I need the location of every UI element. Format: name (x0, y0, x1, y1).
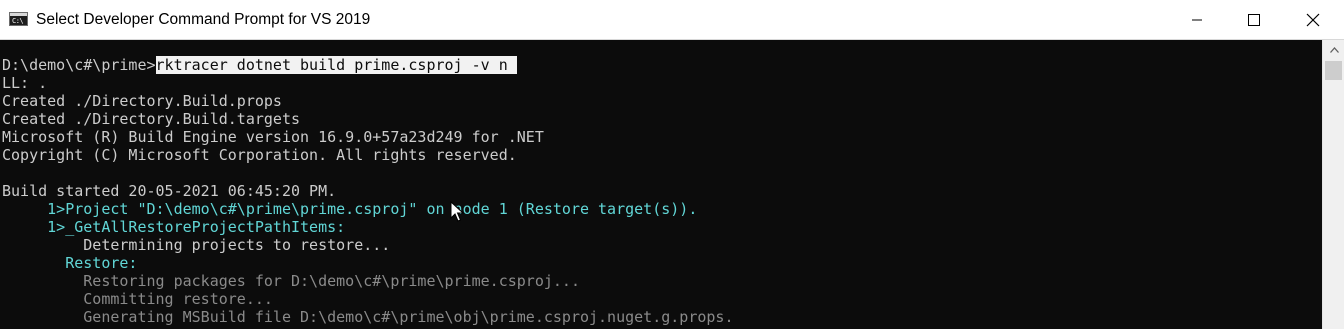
console-line: Committing restore... (2, 290, 273, 308)
title-bar[interactable]: C:\ Select Developer Command Prompt for … (0, 0, 1344, 40)
console-line: Generating MSBuild file D:\demo\c#\prime… (2, 308, 734, 326)
console-line: 1>Project "D:\demo\c#\prime\prime.csproj… (2, 200, 698, 218)
console-window: C:\ Select Developer Command Prompt for … (0, 0, 1344, 329)
console-line: Build started 20-05-2021 06:45:20 PM. (2, 182, 337, 200)
minimize-icon (1192, 19, 1202, 20)
console-line: Created ./Directory.Build.targets (2, 110, 301, 128)
console-line: Created ./Directory.Build.props (2, 92, 282, 110)
chevron-up-icon (1329, 46, 1339, 53)
close-button[interactable] (1290, 0, 1336, 39)
console-line: Copyright (C) Microsoft Corporation. All… (2, 146, 517, 164)
maximize-button[interactable] (1231, 0, 1277, 39)
selected-command[interactable]: rktracer dotnet build prime.csproj -v n (155, 56, 517, 74)
console-line: Restoring packages for D:\demo\c#\prime\… (2, 272, 580, 290)
console-output[interactable]: D:\demo\c#\prime>rktracer dotnet build p… (0, 40, 1322, 329)
console-line: 1>_GetAllRestoreProjectPathItems: (2, 218, 346, 236)
maximize-icon (1248, 13, 1260, 26)
mouse-cursor-icon (450, 201, 464, 222)
prompt-line: D:\demo\c#\prime>rktracer dotnet build p… (2, 56, 517, 74)
console-line: Restore: (2, 254, 138, 272)
console-line: Microsoft (R) Build Engine version 16.9.… (2, 128, 544, 146)
prompt-path: D:\demo\c#\prime> (2, 56, 156, 74)
console-line: Determining projects to restore... (2, 236, 391, 254)
minimize-button[interactable] (1174, 0, 1220, 39)
scroll-up-button[interactable] (1323, 40, 1344, 59)
app-icon-text: C:\ (12, 17, 24, 25)
scroll-thumb[interactable] (1325, 61, 1342, 80)
close-icon (1306, 13, 1320, 26)
window-title: Select Developer Command Prompt for VS 2… (36, 11, 371, 28)
vertical-scrollbar[interactable] (1322, 40, 1344, 329)
console-line: LL: . (2, 74, 48, 92)
command-prompt-icon[interactable]: C:\ (9, 12, 28, 26)
